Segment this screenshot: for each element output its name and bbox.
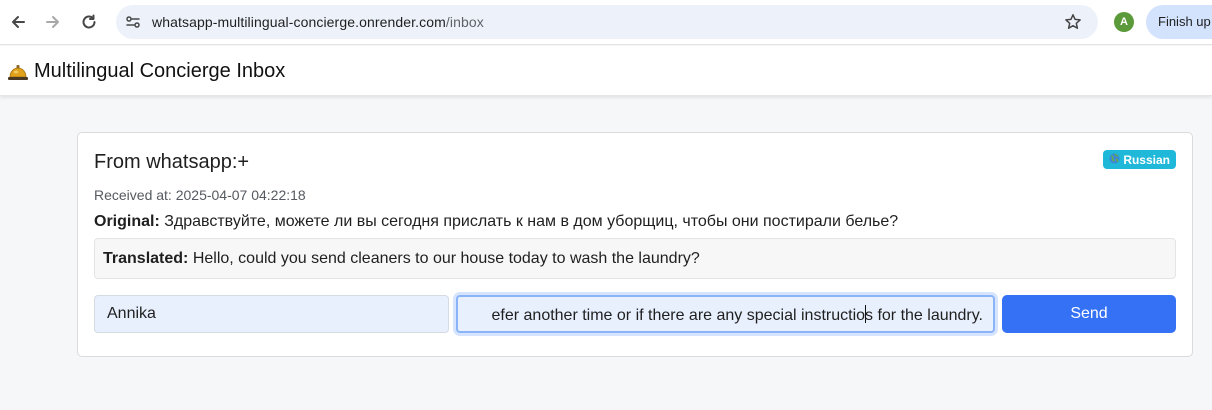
reload-icon[interactable] [76, 9, 102, 35]
translated-label: Translated: [103, 250, 189, 267]
url-text: whatsapp-multilingual-concierge.onrender… [152, 14, 484, 30]
globe-icon [1109, 152, 1120, 167]
language-badge-label: Russian [1123, 152, 1170, 167]
reply-text-before-caret: efer another time or if there are any sp… [491, 307, 866, 324]
back-arrow-icon[interactable] [5, 9, 31, 35]
site-settings-icon[interactable] [123, 12, 143, 32]
bell-icon [6, 59, 30, 83]
finish-up-button[interactable]: Finish up [1146, 5, 1212, 39]
received-timestamp: Received at: 2025-04-07 04:22:18 [94, 187, 306, 203]
message-card: From whatsapp:+ Russian Received at: 202… [77, 132, 1193, 357]
original-label: Original: [94, 213, 160, 230]
page-title: Multilingual Concierge Inbox [34, 60, 286, 82]
url-path: /inbox [445, 14, 484, 30]
app-header: Multilingual Concierge Inbox [0, 46, 1212, 96]
url-host: whatsapp-multilingual-concierge.onrender… [152, 14, 446, 30]
reply-text-after-caret: s for the laundry. [865, 307, 983, 324]
reply-input[interactable]: efer another time or if there are any sp… [456, 295, 995, 333]
profile-avatar[interactable]: A [1114, 12, 1134, 32]
translated-text: Hello, could you send cleaners to our ho… [192, 250, 700, 267]
message-sender: From whatsapp:+ [94, 151, 250, 173]
original-text: Здравствуйте, можете ли вы сегодня присл… [164, 213, 899, 230]
browser-toolbar: whatsapp-multilingual-concierge.onrender… [0, 0, 1212, 45]
address-bar[interactable]: whatsapp-multilingual-concierge.onrender… [116, 5, 1098, 39]
send-button[interactable]: Send [1002, 295, 1176, 333]
translated-message: Translated: Hello, could you send cleane… [94, 238, 1176, 279]
language-badge: Russian [1103, 150, 1176, 169]
original-message: Original: Здравствуйте, можете ли вы сег… [94, 213, 898, 231]
bookmark-star-icon[interactable] [1062, 11, 1084, 33]
agent-name-input[interactable] [94, 295, 449, 333]
forward-arrow-icon[interactable] [40, 9, 66, 35]
